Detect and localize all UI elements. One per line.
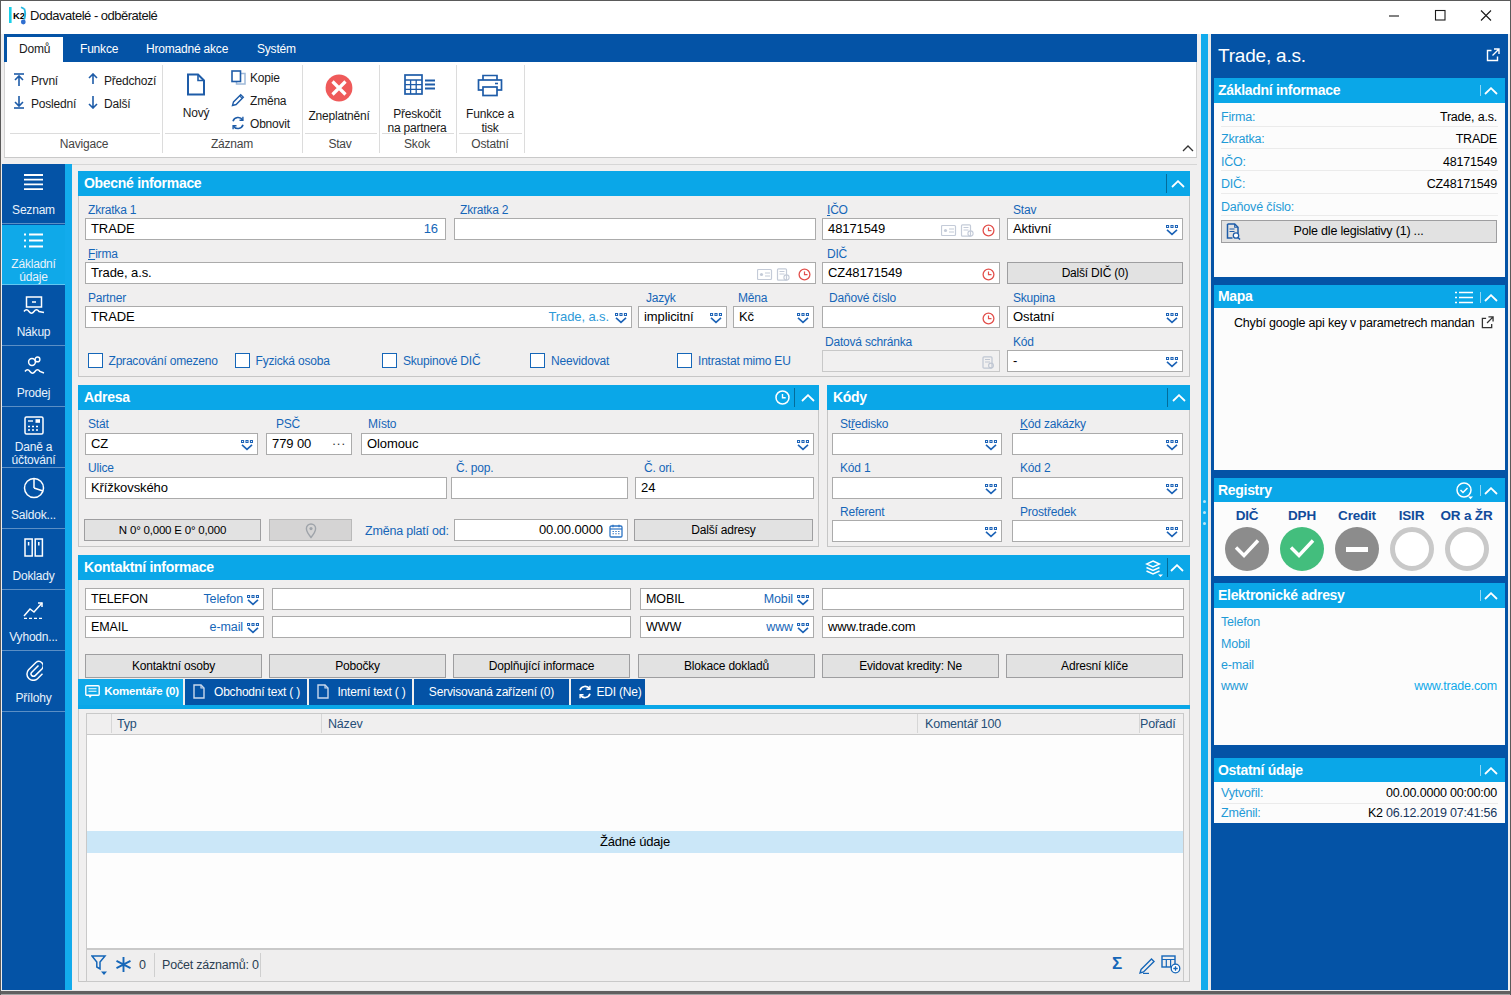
svg-text:K2: K2 bbox=[13, 10, 25, 21]
